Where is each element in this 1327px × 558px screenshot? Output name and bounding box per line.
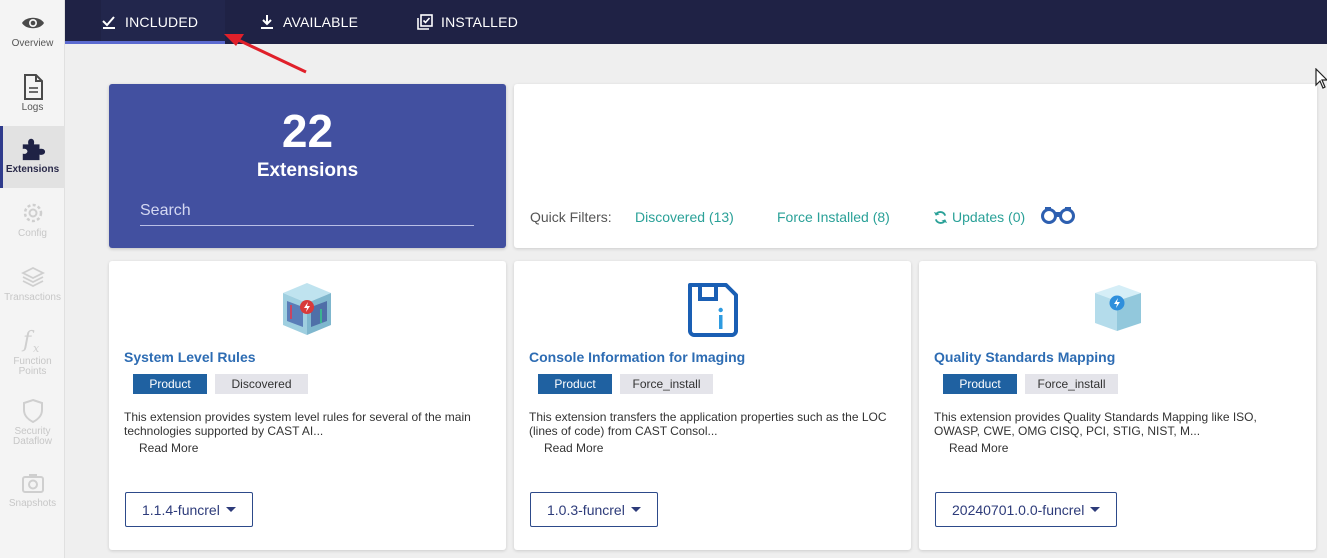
- extension-description: This extension provides Quality Standard…: [934, 410, 1257, 438]
- installed-icon: [417, 14, 433, 30]
- binoculars-icon[interactable]: [1041, 206, 1075, 224]
- sidebar-item-security-dataflow[interactable]: Security Dataflow: [0, 388, 65, 450]
- sidebar-item-transactions[interactable]: Transactions: [0, 254, 65, 316]
- version-dropdown[interactable]: 1.0.3-funcrel: [530, 492, 658, 527]
- caret-down-icon: [1090, 507, 1101, 512]
- svg-text:x: x: [33, 342, 40, 355]
- camera-icon: [20, 470, 46, 496]
- extensions-summary-card: 22 Extensions: [109, 84, 506, 248]
- quick-filters-card: Quick Filters: Discovered (13) Force Ins…: [514, 84, 1317, 248]
- quick-filters-label: Quick Filters:: [530, 209, 612, 225]
- read-more-link[interactable]: Read More: [139, 441, 198, 455]
- status-badge: Force_install: [620, 374, 713, 394]
- system-level-rules-icon: [277, 279, 337, 339]
- check-icon: [101, 14, 117, 30]
- extension-card: Quality Standards Mapping Product Force_…: [919, 261, 1316, 550]
- top-tab-bar: INCLUDED AVAILABLE INSTALLED: [65, 0, 1327, 44]
- extension-name[interactable]: System Level Rules: [124, 349, 256, 365]
- extension-description: This extension transfers the application…: [529, 410, 887, 438]
- tab-installed[interactable]: INSTALLED: [417, 0, 518, 44]
- sidebar-item-logs[interactable]: Logs: [0, 64, 65, 126]
- tab-label: AVAILABLE: [283, 14, 359, 30]
- filter-updates[interactable]: Updates (0): [933, 209, 1025, 225]
- extensions-title: Extensions: [256, 160, 359, 181]
- extension-card: System Level Rules Product Discovered Th…: [109, 261, 506, 550]
- extension-card: Console Information for Imaging Product …: [514, 261, 911, 550]
- tab-label: INSTALLED: [441, 14, 519, 30]
- extensions-count: 22: [281, 105, 334, 157]
- puzzle-icon: [20, 136, 46, 162]
- sidebar-item-label: Function Points: [13, 356, 52, 377]
- active-tab-indicator: [65, 41, 225, 44]
- sidebar-item-snapshots[interactable]: Snapshots: [0, 460, 65, 522]
- tab-included[interactable]: INCLUDED: [101, 0, 225, 44]
- product-badge: Product: [133, 374, 207, 394]
- version-label: 1.1.4-funcrel: [142, 501, 220, 518]
- sidebar-item-label: Transactions: [4, 292, 61, 303]
- read-more-link[interactable]: Read More: [949, 441, 1008, 455]
- sidebar-item-config[interactable]: Config: [0, 190, 65, 252]
- product-badge: Product: [538, 374, 612, 394]
- console-information-icon: [682, 279, 742, 339]
- status-badge: Discovered: [215, 374, 308, 394]
- download-icon: [259, 14, 275, 30]
- version-label: 1.0.3-funcrel: [547, 501, 625, 518]
- tab-label: INCLUDED: [125, 14, 199, 30]
- status-badge: Force_install: [1025, 374, 1118, 394]
- extension-name[interactable]: Console Information for Imaging: [529, 349, 745, 365]
- sidebar-item-label: Security Dataflow: [13, 426, 52, 447]
- eye-icon: [20, 10, 46, 36]
- sidebar-item-label: Config: [18, 228, 47, 239]
- filter-discovered[interactable]: Discovered (13): [635, 209, 734, 225]
- product-badge: Product: [943, 374, 1017, 394]
- refresh-icon: [933, 210, 948, 225]
- mouse-cursor-icon: [1315, 68, 1327, 89]
- sidebar-item-overview[interactable]: Overview: [0, 0, 65, 62]
- version-dropdown[interactable]: 1.1.4-funcrel: [125, 492, 253, 527]
- extension-name[interactable]: Quality Standards Mapping: [934, 349, 1115, 365]
- filter-updates-label: Updates (0): [952, 209, 1026, 225]
- sidebar-item-label: Snapshots: [8, 498, 57, 509]
- sidebar: Overview Logs Extensions Config Transact…: [0, 0, 65, 558]
- sidebar-item-extensions[interactable]: Extensions: [0, 126, 65, 188]
- function-icon: fx: [20, 328, 46, 355]
- filter-force-installed[interactable]: Force Installed (8): [777, 209, 890, 225]
- gear-icon: [20, 200, 46, 226]
- extension-description: This extension provides system level rul…: [124, 410, 471, 438]
- sidebar-item-function-points[interactable]: fx Function Points: [0, 318, 65, 380]
- version-dropdown[interactable]: 20240701.0.0-funcrel: [935, 492, 1118, 527]
- sidebar-item-label: Extensions: [5, 164, 60, 175]
- sidebar-item-label: Overview: [11, 38, 54, 49]
- shield-icon: [20, 398, 46, 424]
- sidebar-item-label: Logs: [21, 102, 44, 113]
- read-more-link[interactable]: Read More: [544, 441, 603, 455]
- caret-down-icon: [225, 507, 236, 512]
- caret-down-icon: [630, 507, 641, 512]
- document-icon: [20, 74, 46, 100]
- tab-available[interactable]: AVAILABLE: [259, 0, 358, 44]
- layers-icon: [20, 264, 46, 290]
- search-input[interactable]: [140, 196, 474, 226]
- version-label: 20240701.0.0-funcrel: [952, 501, 1085, 518]
- quality-standards-icon: [1087, 279, 1147, 339]
